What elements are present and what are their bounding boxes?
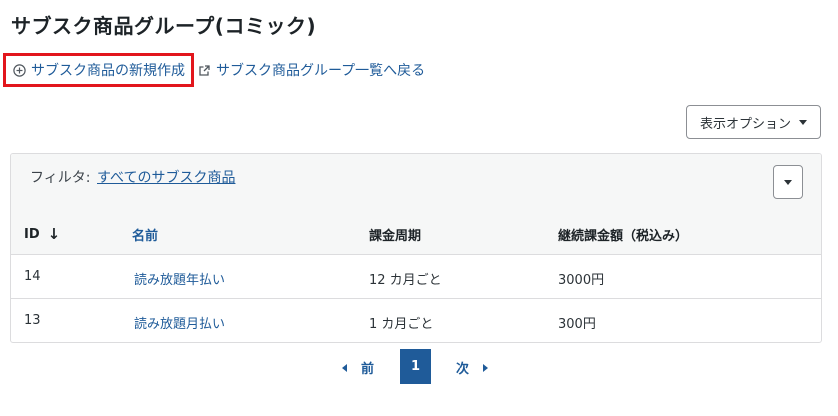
pagination-next-button[interactable]: 次 [456,358,489,377]
column-header-id-label: ID [24,226,40,242]
page-title: サブスク商品グループ(コミック) [11,14,317,38]
subscription-table-panel: フィルタ: すべてのサブスク商品 ID ↓ 名前 課金周期 継続課金額（税込み）… [10,153,822,343]
column-header-billing-period: 課金周期 [369,229,422,244]
cell-name-link[interactable]: 読み放題年払い [134,269,225,288]
display-options-button[interactable]: 表示オプション [686,105,821,139]
plus-circle-icon [13,63,26,77]
column-header-recurring-amount: 継続課金額（税込み） [558,229,689,244]
cell-recurring-amount: 300円 [558,317,596,332]
cell-billing-period: 1 カ月ごと [369,317,434,332]
pagination: 前 1 次 [0,349,838,384]
chevron-down-icon [784,179,792,185]
new-subscription-highlight: サブスク商品の新規作成 [3,53,194,87]
chevron-right-icon [483,363,489,372]
new-subscription-label: サブスク商品の新規作成 [31,63,185,79]
column-header-id[interactable]: ID ↓ [24,225,60,243]
external-link-icon [198,64,211,77]
cell-id: 13 [24,313,41,328]
back-to-groups-link[interactable]: サブスク商品グループ一覧へ戻る [198,60,425,80]
filter-dropdown-button[interactable] [773,165,803,199]
sort-desc-arrow-icon: ↓ [47,225,61,243]
filter-bar: フィルタ: すべてのサブスク商品 [11,154,821,212]
column-header-name[interactable]: 名前 [132,225,158,244]
filter-value-link[interactable]: すべてのサブスク商品 [97,167,235,187]
table-row: 13 読み放題月払い 1 カ月ごと 300円 [11,299,821,342]
chevron-left-icon [342,363,347,372]
new-subscription-link[interactable]: サブスク商品の新規作成 [13,60,185,80]
display-options-label: 表示オプション [699,116,791,132]
pagination-prev-button[interactable]: 前 [342,358,374,377]
action-links: サブスク商品の新規作成 サブスク商品グループ一覧へ戻る [3,50,425,90]
filter-label: フィルタ: [30,170,91,186]
chevron-down-icon [799,119,807,125]
table-row: 14 読み放題年払い 12 カ月ごと 3000円 [11,255,821,299]
cell-billing-period: 12 カ月ごと [369,273,442,288]
back-to-groups-label: サブスク商品グループ一覧へ戻る [216,63,426,79]
pagination-next-label: 次 [456,362,470,377]
pagination-prev-label: 前 [361,362,375,377]
table-header: ID ↓ 名前 課金周期 継続課金額（税込み） [11,211,821,255]
cell-name-link[interactable]: 読み放題月払い [134,313,225,332]
pagination-page-current[interactable]: 1 [400,349,431,384]
cell-recurring-amount: 3000円 [558,273,605,288]
cell-id: 14 [24,269,41,284]
